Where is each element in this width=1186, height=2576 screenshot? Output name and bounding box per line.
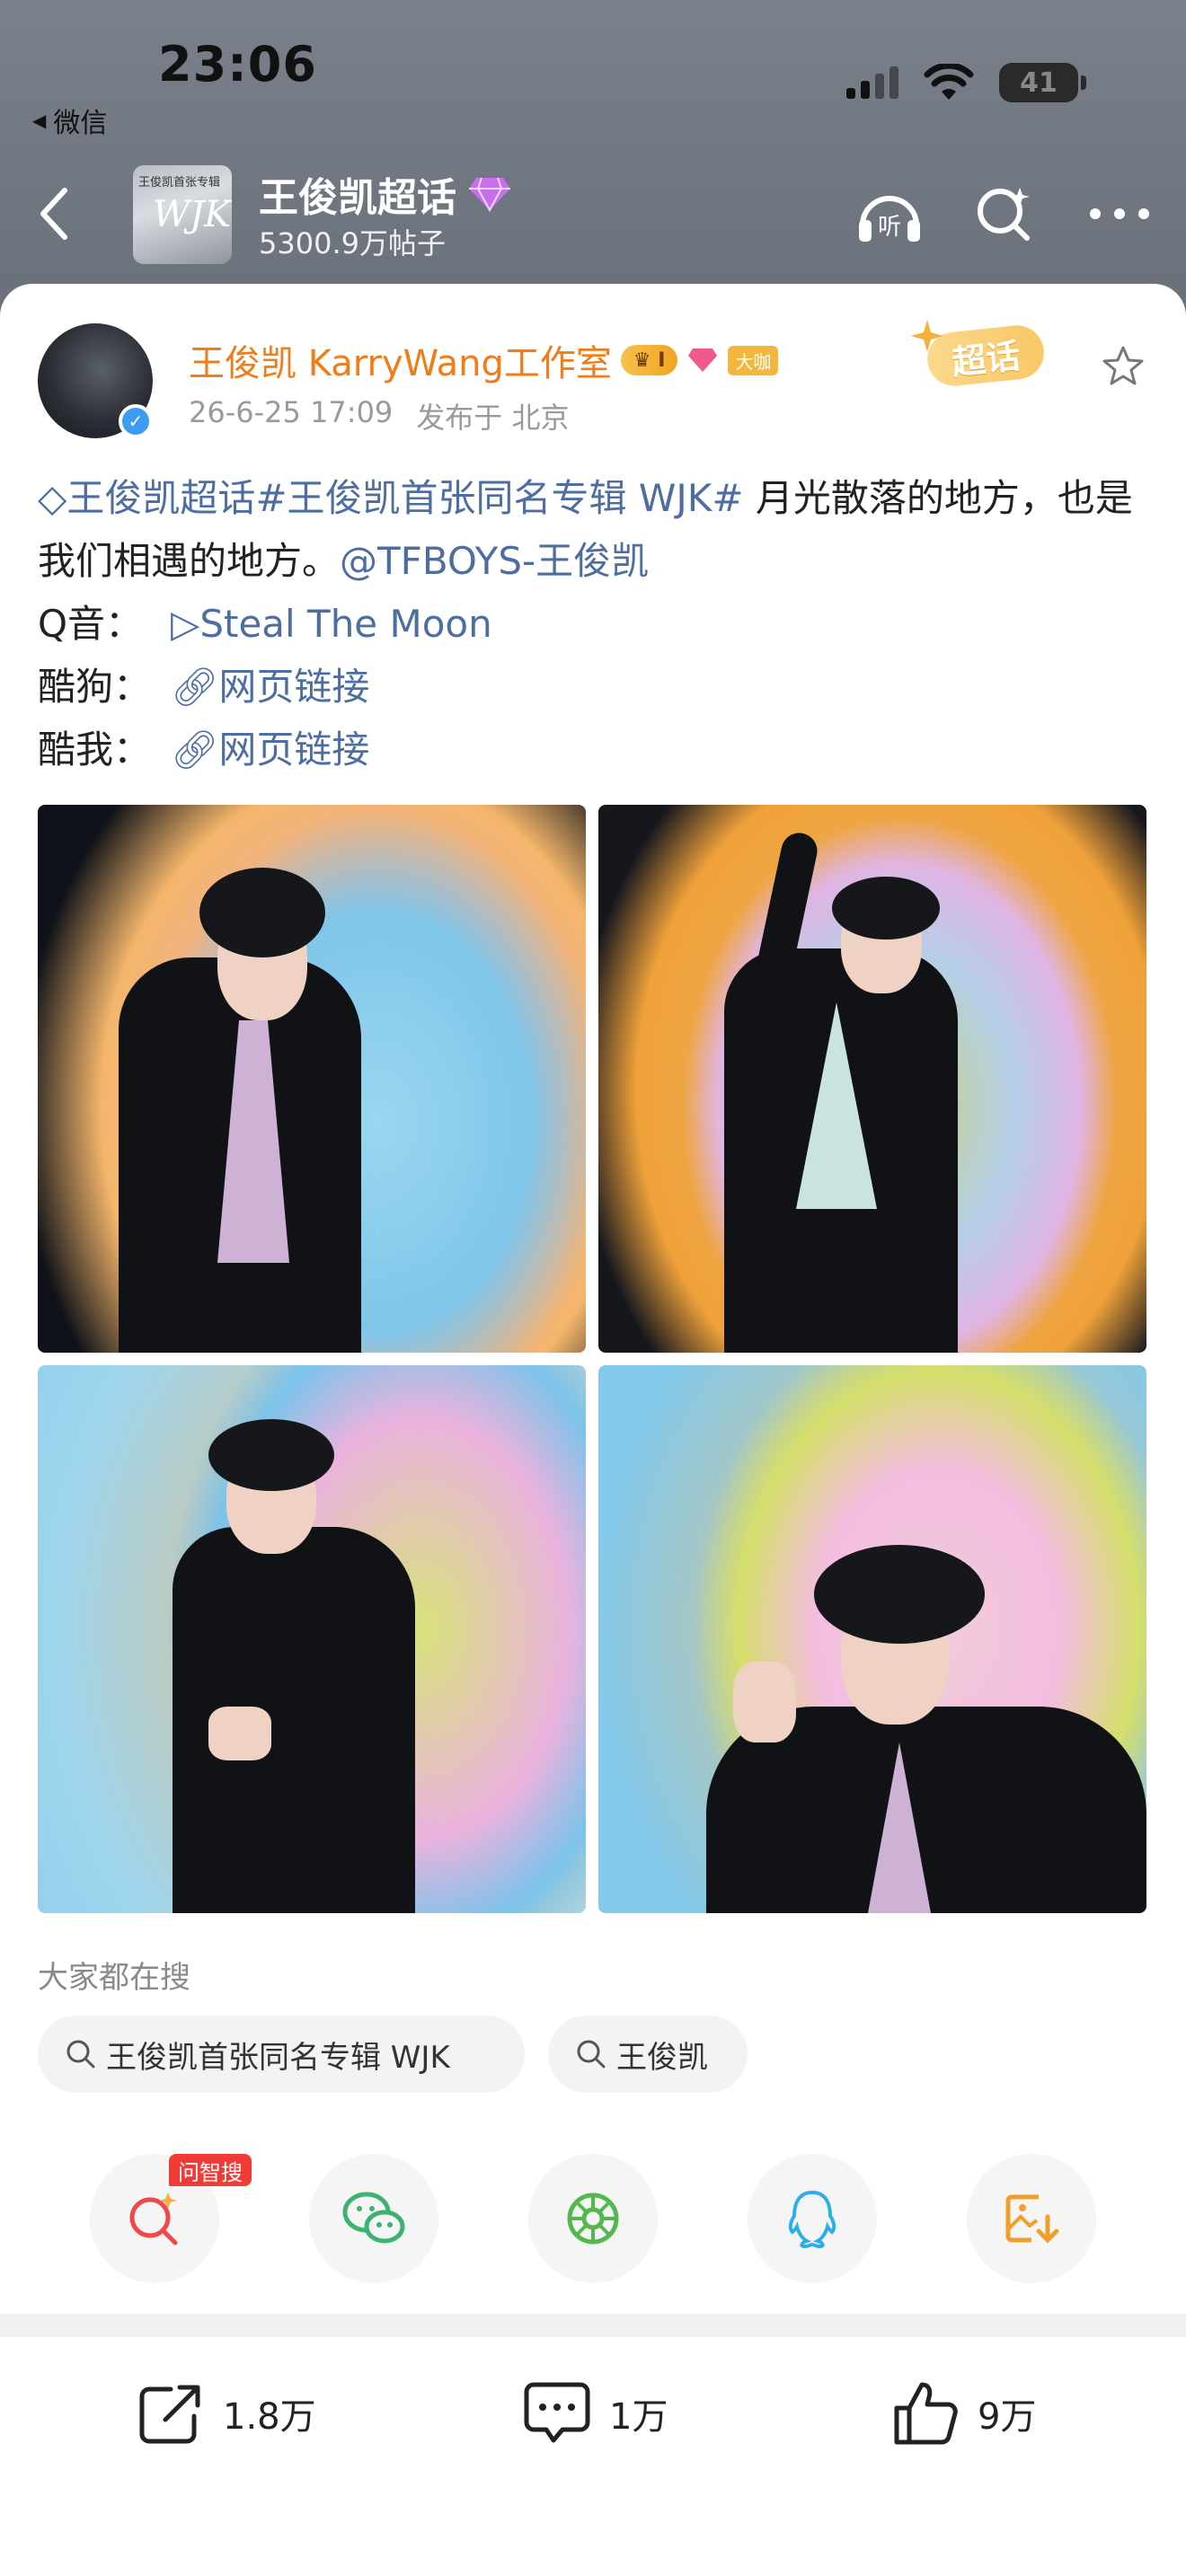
share-qq-button[interactable] (748, 2154, 877, 2283)
star-icon (1102, 346, 1144, 385)
qq-icon (788, 2190, 836, 2249)
ask-search-icon (129, 2192, 178, 2245)
topic-post-count: 5300.9万帖子 (259, 226, 446, 260)
qq-music-link[interactable]: ▷Steal The Moon (171, 593, 492, 656)
back-triangle-icon: ◀ (32, 110, 47, 131)
search-icon (66, 2040, 95, 2069)
mention-link[interactable]: @TFBOYS-王俊凯 (340, 539, 649, 583)
comment-button[interactable]: 1万 (521, 2373, 668, 2454)
headphones-listen-icon: 听 (859, 196, 920, 242)
post-photo-2[interactable] (598, 805, 1146, 1353)
moments-icon (567, 2192, 619, 2245)
photo-hair (208, 1419, 334, 1491)
header-actions: 听 (854, 178, 1155, 250)
cellular-signal-icon (846, 66, 898, 99)
post-text-paragraph: ◇王俊凯超话#王俊凯首张同名专辑 WJK# 月光散落的地方，也是我们相遇的地方。… (38, 467, 1152, 593)
link-icon: 🔗︎ (171, 665, 219, 709)
section-divider (0, 2314, 1186, 2337)
comment-count: 1万 (609, 2396, 668, 2438)
favorite-button[interactable] (1098, 341, 1148, 392)
qq-music-label: Q音： (38, 602, 144, 646)
kuwo-link[interactable]: 🔗︎网页链接 (171, 719, 369, 781)
topic-cover-image[interactable]: 王俊凯首张专辑 WJK (133, 165, 232, 264)
battery-indicator: 41 (999, 63, 1086, 102)
repost-count: 1.8万 (223, 2396, 316, 2438)
photo-hair (832, 877, 940, 940)
diamond-icon (469, 177, 510, 212)
back-app-label: 微信 (53, 108, 108, 139)
share-wechat-button[interactable] (309, 2154, 438, 2283)
hashtag-link[interactable]: #王俊凯首张同名专辑 WJK# (255, 476, 743, 520)
qq-music-link-text: Steal The Moon (199, 602, 492, 646)
search-chip-label: 王俊凯 (616, 2039, 708, 2076)
svg-text:听: 听 (878, 214, 901, 241)
kuwo-link-text: 网页链接 (218, 728, 370, 772)
kugou-link-text: 网页链接 (218, 665, 370, 709)
topic-link-text: 王俊凯超话 (66, 476, 256, 520)
topic-title-text: 王俊凯超话 (259, 175, 456, 221)
crown-level-badge: ♛ I (620, 345, 678, 375)
status-icons: 41 (846, 63, 1086, 102)
ask-search-badge: 问智搜 (169, 2154, 252, 2186)
chaohua-tag[interactable]: 超话 (909, 318, 1047, 393)
play-icon: ▷ (171, 602, 200, 646)
kugou-link[interactable]: 🔗︎网页链接 (171, 656, 369, 719)
search-icon (978, 188, 1030, 241)
wechat-icon (342, 2192, 405, 2244)
search-chip[interactable]: 王俊凯首张同名专辑 WJK (38, 2016, 525, 2093)
post-location: 发布于 北京 (416, 401, 570, 435)
photo-hair (814, 1545, 985, 1644)
back-button[interactable] (27, 180, 81, 248)
cover-logo-text: WJK (153, 194, 232, 235)
search-suggestions-label: 大家都在搜 (38, 1960, 190, 1996)
repost-icon (139, 2385, 200, 2444)
kuwo-row: 酷我： 🔗︎网页链接 (38, 719, 1152, 781)
topic-diamond-icon: ◇ (38, 476, 67, 520)
photo-hand (208, 1707, 271, 1760)
post-time: 26-6-25 17:09 (189, 395, 394, 429)
kugou-row: 酷狗： 🔗︎网页链接 (38, 656, 1152, 719)
crown-level-text: I (658, 348, 666, 372)
search-chip-label: 王俊凯首张同名专辑 WJK (106, 2039, 450, 2076)
topic-title[interactable]: 王俊凯超话 (259, 165, 512, 223)
author-name[interactable]: 王俊凯 KarryWang工作室 (189, 334, 612, 386)
thumbs-up-icon (894, 2382, 958, 2445)
post-photo-3[interactable] (38, 1365, 586, 1913)
post-body: ◇王俊凯超话#王俊凯首张同名专辑 WJK# 月光散落的地方，也是我们相遇的地方。… (38, 467, 1152, 781)
author-row: 王俊凯 KarryWang工作室 ♛ I 大咖 (189, 334, 779, 386)
search-chip[interactable]: 王俊凯 (548, 2016, 748, 2093)
cover-caption: 王俊凯首张专辑 (138, 176, 221, 190)
like-count: 9万 (978, 2396, 1037, 2438)
sparkle-icon (911, 320, 943, 352)
listen-button[interactable]: 听 (854, 178, 925, 250)
save-image-button[interactable] (967, 2154, 1096, 2283)
wifi-icon (924, 64, 974, 100)
kuwo-label: 酷我： (38, 728, 152, 772)
verified-icon: ✓ (119, 404, 153, 438)
qq-music-row: Q音： ▷Steal The Moon (38, 593, 1152, 656)
more-dots-icon (1090, 208, 1149, 219)
search-icon (577, 2040, 606, 2069)
big-v-badge: 大咖 (728, 345, 779, 375)
post-meta: 26-6-25 17:09 发布于 北京 (189, 395, 569, 437)
search-button[interactable] (969, 178, 1040, 250)
like-button[interactable]: 9万 (890, 2373, 1036, 2454)
more-button[interactable] (1084, 178, 1155, 250)
status-time: 23:06 (158, 36, 317, 93)
repost-button[interactable]: 1.8万 (135, 2373, 316, 2454)
save-image-icon (1005, 2194, 1059, 2244)
comment-icon (524, 2382, 590, 2443)
link-icon: 🔗︎ (171, 728, 219, 772)
share-moments-button[interactable] (528, 2154, 658, 2283)
post-photo-1[interactable] (38, 805, 586, 1353)
post-photo-4[interactable] (598, 1365, 1146, 1913)
topic-link[interactable]: ◇王俊凯超话 (38, 476, 255, 520)
photo-hair (199, 868, 325, 957)
photo-hand (733, 1662, 796, 1742)
kugou-label: 酷狗： (38, 665, 152, 709)
back-to-app[interactable]: ◀ 微信 (32, 101, 107, 140)
pink-diamond-icon (686, 346, 719, 375)
chevron-left-icon (40, 188, 67, 240)
